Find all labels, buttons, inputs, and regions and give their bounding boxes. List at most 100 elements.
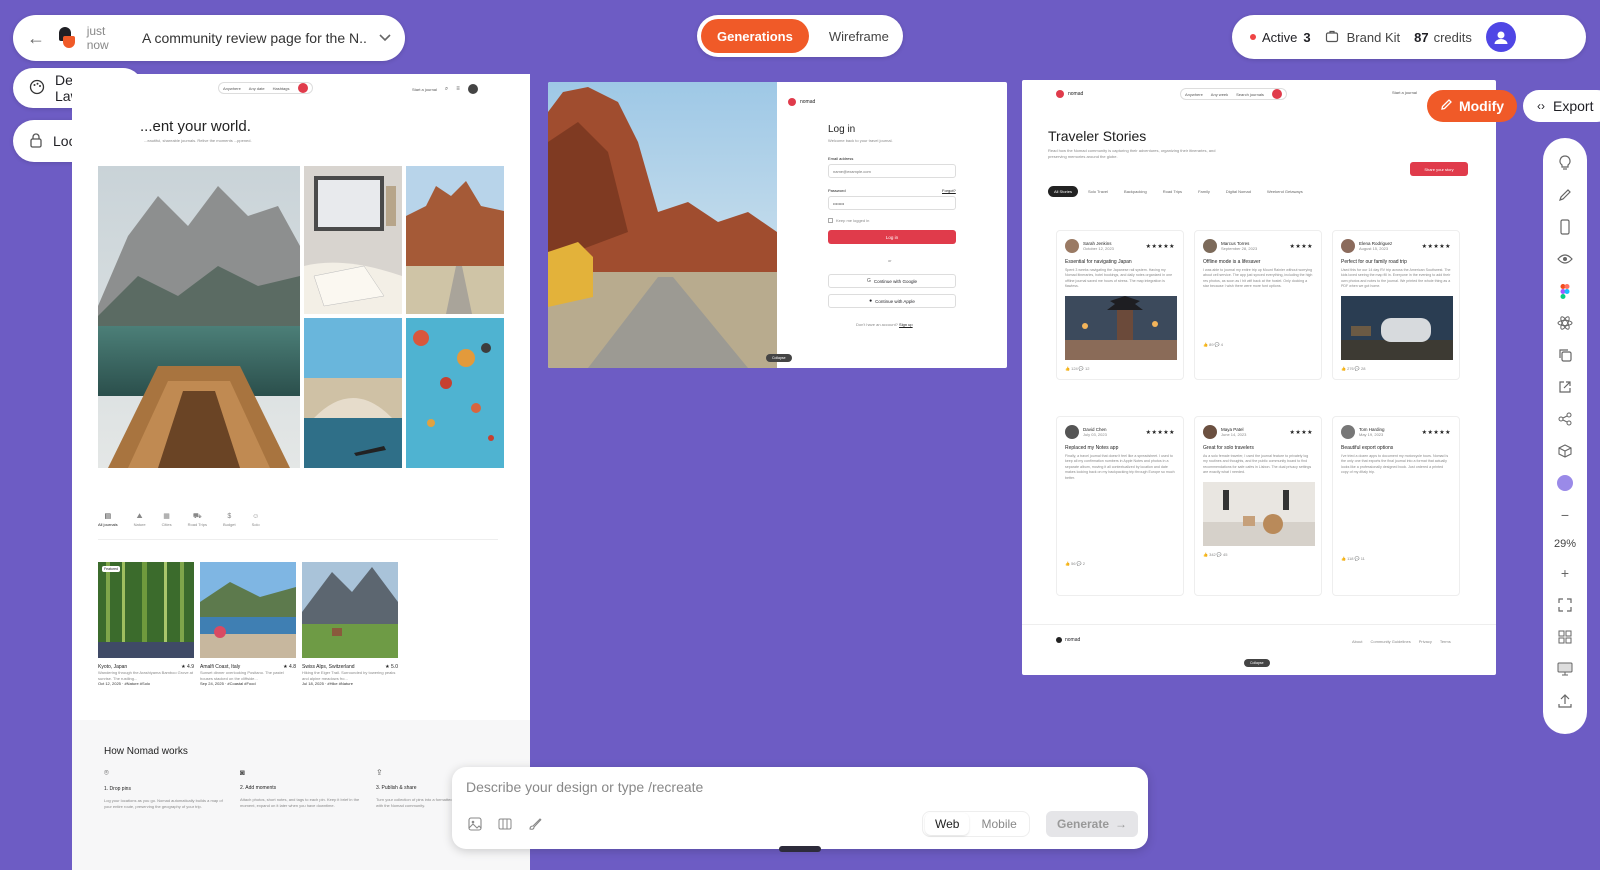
category-tab[interactable]: ⛰ Nature bbox=[134, 512, 146, 527]
code-icon: ‹› bbox=[1537, 99, 1545, 113]
figma-icon[interactable] bbox=[1556, 282, 1574, 300]
fit-screen-icon[interactable] bbox=[1556, 596, 1574, 614]
google-button[interactable]: G Continue with Google bbox=[828, 274, 956, 288]
cube-icon[interactable] bbox=[1556, 442, 1574, 460]
project-pill[interactable]: ← just now A community review page for t… bbox=[13, 15, 405, 61]
footer-link[interactable]: About bbox=[1352, 639, 1362, 645]
filter-chip[interactable]: Road Trips bbox=[1157, 186, 1188, 197]
modify-button[interactable]: Modify bbox=[1427, 90, 1517, 122]
category-tab[interactable]: ☺ Solo bbox=[252, 512, 260, 527]
brand-kit-button[interactable]: Brand Kit bbox=[1325, 29, 1400, 46]
footer-link[interactable]: Community Guidelines bbox=[1370, 639, 1410, 645]
signup-link[interactable]: Sign up bbox=[899, 322, 913, 327]
platform-web[interactable]: Web bbox=[925, 813, 970, 835]
login-button[interactable]: Log in bbox=[828, 230, 956, 244]
pen-icon[interactable] bbox=[1556, 186, 1574, 204]
prompt-input[interactable] bbox=[466, 779, 1106, 795]
filter-chip[interactable]: Digital Nomad bbox=[1220, 186, 1257, 197]
like-icon: 👍 bbox=[1203, 551, 1208, 557]
share-story-button[interactable]: Share your story bbox=[1410, 162, 1468, 176]
mobile-icon[interactable] bbox=[1556, 218, 1574, 236]
footer-link[interactable]: Privacy bbox=[1419, 639, 1432, 645]
export-button[interactable]: ‹› Export bbox=[1523, 90, 1600, 122]
platform-mobile[interactable]: Mobile bbox=[971, 813, 1026, 835]
remember-checkbox[interactable]: Keep me logged in bbox=[828, 218, 869, 224]
journal-card[interactable]: Featured Kyoto, Japan ★ 4.9 Wandering th… bbox=[98, 562, 194, 687]
image-icon[interactable] bbox=[468, 817, 482, 836]
category-tab[interactable]: ▦ Cities bbox=[162, 512, 172, 527]
story-card[interactable]: David Chen July 03, 2023 ★★★★★ Replaced m… bbox=[1056, 416, 1184, 596]
category-tab[interactable]: $ Budget bbox=[223, 512, 236, 527]
filter-chip[interactable]: Weekend Getaways bbox=[1261, 186, 1309, 197]
apple-button[interactable]: ● Continue with Apple bbox=[828, 294, 956, 308]
filter-chip[interactable]: All Stories bbox=[1048, 186, 1079, 197]
project-time: just now bbox=[86, 24, 109, 52]
login-hero-photo bbox=[548, 82, 777, 368]
active-status[interactable]: Active 3 bbox=[1250, 30, 1311, 45]
rating-stars: ★★★★★ bbox=[1145, 429, 1175, 436]
active-dot-icon bbox=[1250, 34, 1256, 40]
category-tab[interactable]: ⛟ Road Trips bbox=[188, 512, 207, 527]
collapse-button[interactable]: Collapse bbox=[1244, 659, 1270, 667]
monitor-icon[interactable] bbox=[1556, 660, 1574, 678]
tab-wireframe[interactable]: Wireframe bbox=[813, 19, 905, 53]
or-divider: or bbox=[888, 258, 892, 263]
back-arrow-icon[interactable]: ← bbox=[27, 28, 45, 49]
card-desc: Sunset dinner overlooking Positano. The … bbox=[200, 670, 284, 681]
story-card[interactable]: Elena Rodriguez August 15, 2023 ★★★★★ Per… bbox=[1332, 230, 1460, 380]
chevron-down-icon[interactable] bbox=[379, 29, 391, 47]
tab-generations[interactable]: Generations bbox=[701, 19, 809, 53]
app-logo-icon bbox=[57, 27, 75, 49]
filter-chip[interactable]: Family bbox=[1192, 186, 1216, 197]
start-journal-link[interactable]: Start a journal bbox=[412, 87, 437, 92]
brush-icon[interactable] bbox=[528, 817, 542, 836]
menu-icon[interactable]: ≡ bbox=[456, 86, 460, 92]
login-brand-label: nomad bbox=[800, 99, 816, 105]
drag-handle[interactable] bbox=[779, 846, 821, 852]
search-icon[interactable]: ⌕ bbox=[445, 86, 448, 93]
journal-search[interactable]: Anywhere Any date Hashtags bbox=[218, 82, 313, 94]
share-icon[interactable] bbox=[1556, 410, 1574, 428]
generate-button[interactable]: Generate → bbox=[1046, 811, 1138, 837]
filter-chip[interactable]: Solo Travel bbox=[1082, 186, 1114, 197]
how-step: ⌾ 1. Drop pins Log your locations as you… bbox=[104, 768, 223, 809]
nomad-logo-icon bbox=[1056, 90, 1064, 98]
rating-stars: ★★★★ bbox=[1289, 429, 1313, 436]
avatar[interactable] bbox=[467, 84, 478, 94]
email-field[interactable] bbox=[828, 164, 956, 178]
zoom-in-icon[interactable]: + bbox=[1556, 564, 1574, 582]
frame-traveler-stories[interactable]: nomad Anywhere Any week Search journals … bbox=[1022, 80, 1496, 675]
start-journal-link[interactable]: Start a journal bbox=[1392, 90, 1417, 95]
password-field[interactable]: •••••••• bbox=[828, 196, 956, 210]
story-card[interactable]: Sarah Jenkins October 12, 2023 ★★★★★ Esse… bbox=[1056, 230, 1184, 380]
journal-card[interactable]: Swiss Alps, Switzerland ★ 5.0 Hiking the… bbox=[302, 562, 398, 687]
story-card[interactable]: Maya Patel June 14, 2023 ★★★★ Great for s… bbox=[1194, 416, 1322, 596]
lightbulb-icon[interactable] bbox=[1556, 154, 1574, 172]
grid-icon[interactable] bbox=[1556, 628, 1574, 646]
comment-icon: 💬 bbox=[1354, 555, 1360, 561]
react-icon[interactable] bbox=[1556, 314, 1574, 332]
frame-journal-home[interactable]: Anywhere Any date Hashtags Start a journ… bbox=[72, 74, 530, 870]
user-avatar[interactable] bbox=[1485, 22, 1516, 52]
frame-login[interactable]: nomad Log in Welcome back to your travel… bbox=[548, 82, 1007, 368]
filter-chip[interactable]: Backpacking bbox=[1118, 186, 1153, 197]
like-icon: 👍 bbox=[1065, 560, 1070, 566]
story-card[interactable]: Tom Harding May 19, 2023 ★★★★★ Beautiful … bbox=[1332, 416, 1460, 596]
collapse-button[interactable]: Collapse bbox=[766, 354, 792, 362]
color-swatch-icon[interactable] bbox=[1556, 474, 1574, 492]
eye-icon[interactable] bbox=[1556, 250, 1574, 268]
columns-icon[interactable] bbox=[498, 817, 512, 836]
story-image-rv bbox=[1341, 295, 1453, 360]
stories-search[interactable]: Anywhere Any week Search journals bbox=[1180, 88, 1287, 100]
copy-icon[interactable] bbox=[1556, 346, 1574, 364]
external-link-icon[interactable] bbox=[1556, 378, 1574, 396]
zoom-out-icon[interactable]: − bbox=[1556, 506, 1574, 524]
search-icon[interactable] bbox=[297, 83, 308, 93]
category-tab[interactable]: ▤ All journals bbox=[98, 512, 118, 527]
forgot-link[interactable]: Forgot? bbox=[942, 188, 956, 194]
story-card[interactable]: Marcus Torres September 28, 2023 ★★★★ Off… bbox=[1194, 230, 1322, 380]
footer-link[interactable]: Terms bbox=[1440, 639, 1451, 645]
story-image-cafe bbox=[1203, 481, 1315, 546]
upload-icon[interactable] bbox=[1556, 692, 1574, 710]
journal-card[interactable]: Amalfi Coast, Italy ★ 4.8 Sunset dinner … bbox=[200, 562, 296, 687]
